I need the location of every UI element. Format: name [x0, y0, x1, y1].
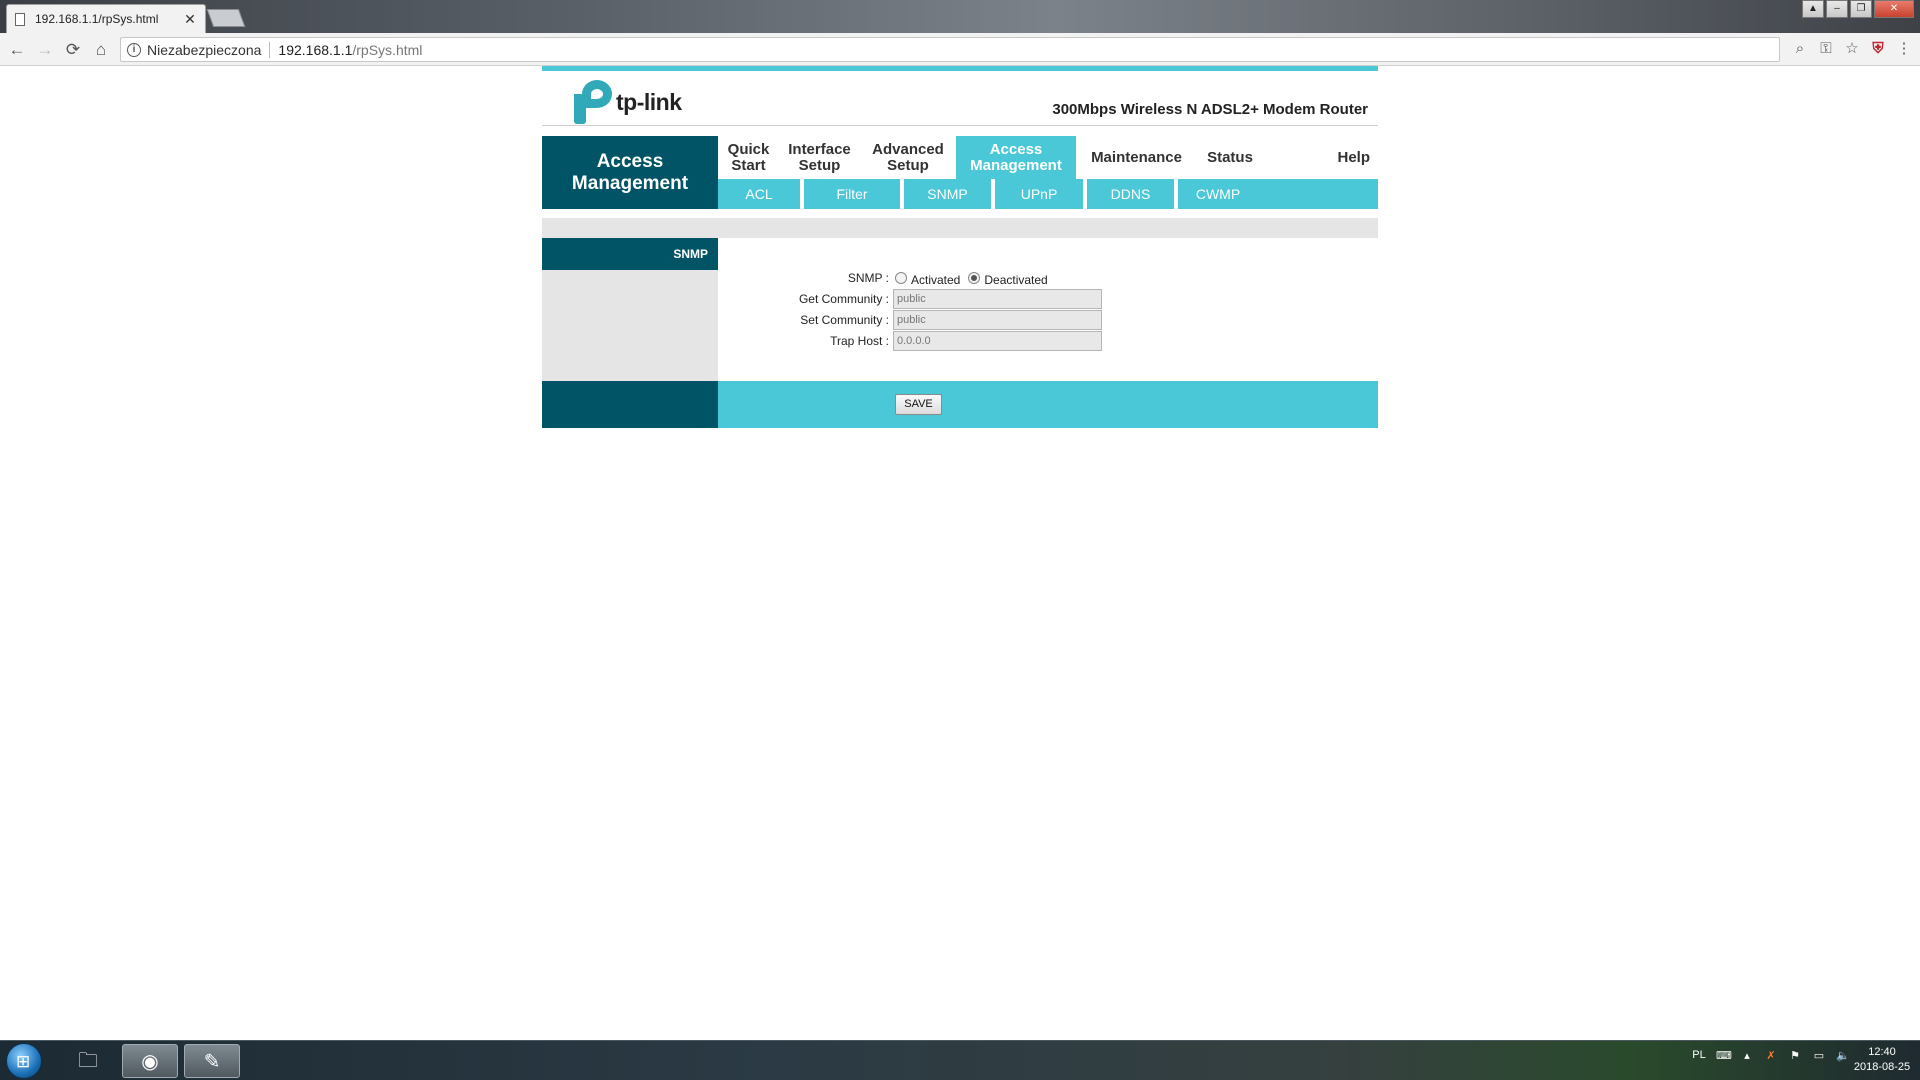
snmp-label: SNMP : [847, 271, 889, 285]
url-path: /rpSys.html [352, 41, 423, 58]
navigation: Access Management Quick Start Interface Set… [542, 136, 1378, 209]
address-bar[interactable]: i Niezabezpieczona 192.168.1.1/rpSys.htm… [120, 37, 1780, 62]
set-community-row: Set Community : public [718, 310, 1378, 330]
submenu-filter[interactable]: Filter [804, 179, 904, 209]
system-tray: PL ⌨ ▴ ✗ ⚑ ▭ 🔈 [1692, 1049, 1850, 1062]
windows-logo-icon: ⊞ [16, 1052, 31, 1071]
router-admin-page: tp-link 300Mbps Wireless N ADSL2+ Modem … [542, 66, 1378, 428]
menu-interface-setup[interactable]: Interface Setup [779, 136, 860, 179]
menu-advanced-setup[interactable]: Advanced Setup [860, 136, 956, 179]
router-header: tp-link 300Mbps Wireless N ADSL2+ Modem … [542, 71, 1378, 126]
tp-link-logo: tp-link [572, 80, 682, 124]
toolbar-icons: ⌕ ⚿ ☆ ⛨ ⋮ [1792, 39, 1912, 59]
browser-tab-bar: 192.168.1.1/rpSys.html ✕ ▲ – ❐ ✕ [0, 0, 1920, 33]
zoom-icon[interactable]: ⌕ [1792, 39, 1808, 59]
paint-taskbar-icon[interactable]: ✎ [184, 1044, 240, 1078]
trap-host-field[interactable]: 0.0.0.0 [893, 331, 1102, 351]
menu-status[interactable]: Status [1197, 136, 1263, 179]
menu-maintenance[interactable]: Maintenance [1076, 136, 1197, 179]
left-column: SNMP [542, 238, 718, 381]
action-bar-left [542, 381, 718, 428]
app-tray-icon[interactable]: ✗ [1764, 1049, 1778, 1062]
reload-button[interactable]: ⟳ [62, 39, 84, 61]
submenu-ddns[interactable]: DDNS [1087, 179, 1178, 209]
window-user-icon[interactable]: ▲ [1802, 0, 1824, 18]
sub-menu: ACL Filter SNMP UPnP DDNS CWMP [718, 179, 1378, 209]
submenu-cwmp[interactable]: CWMP [1178, 179, 1258, 209]
window-close-button[interactable]: ✕ [1874, 0, 1914, 18]
start-button[interactable]: ⊞ [6, 1043, 42, 1079]
flag-icon[interactable]: ⚑ [1788, 1049, 1802, 1062]
submenu-snmp[interactable]: SNMP [904, 179, 995, 209]
language-indicator[interactable]: PL [1692, 1049, 1706, 1062]
explorer-taskbar-icon[interactable]: 🗀 [60, 1044, 116, 1078]
document-icon [15, 12, 25, 26]
spacer-bar [542, 218, 1378, 238]
snmp-deactivated-radio[interactable] [968, 272, 981, 284]
tab-close-icon[interactable]: ✕ [183, 11, 197, 28]
get-community-label: Get Community : [798, 292, 889, 306]
security-label[interactable]: Niezabezpieczona [147, 41, 271, 58]
menu-help[interactable]: Help [1263, 136, 1378, 179]
save-button[interactable]: SAVE [895, 394, 942, 415]
snmp-activated-radio[interactable] [895, 272, 907, 284]
keyboard-icon[interactable]: ⌨ [1716, 1049, 1732, 1062]
snmp-form: SNMP : Activated Deactivated Get Communi… [718, 238, 1378, 381]
submenu-upnp[interactable]: UPnP [995, 179, 1087, 209]
model-name: 300Mbps Wireless N ADSL2+ Modem Router [1052, 101, 1368, 118]
url-host: 192.168.1.1 [278, 41, 353, 58]
tab-title: 192.168.1.1/rpSys.html [35, 12, 159, 26]
window-controls: ▲ – ❐ ✕ [1802, 0, 1914, 18]
subsection-title: SNMP [542, 238, 718, 270]
star-icon[interactable]: ☆ [1844, 39, 1860, 59]
brand-name: tp-link [616, 88, 682, 115]
home-button[interactable]: ⌂ [90, 39, 112, 61]
main-menu: Quick Start Interface Setup Advanced Setup … [718, 136, 1378, 179]
get-community-row: Get Community : public [718, 289, 1378, 309]
tp-link-logo-icon [572, 80, 612, 124]
shield-icon[interactable]: ⛨ [1870, 39, 1886, 59]
snmp-activated-label: Activated [911, 273, 961, 287]
clock-date: 2018-08-25 [1853, 1061, 1911, 1073]
snmp-row: SNMP : Activated Deactivated [718, 268, 1378, 288]
set-community-label: Set Community : [800, 313, 889, 327]
browser-tab[interactable]: 192.168.1.1/rpSys.html ✕ [6, 4, 206, 33]
menu-quick-start[interactable]: Quick Start [718, 136, 779, 179]
window-restore-button[interactable]: ❐ [1850, 0, 1872, 18]
network-icon[interactable]: ▭ [1812, 1049, 1826, 1062]
volume-icon[interactable]: 🔈 [1836, 1049, 1850, 1062]
snmp-section: SNMP SNMP : Activated Deactivated Get Co… [542, 238, 1378, 381]
menu-icon[interactable]: ⋮ [1896, 39, 1912, 59]
snmp-deactivated-label: Deactivated [984, 273, 1048, 287]
tray-expand-icon[interactable]: ▴ [1740, 1049, 1754, 1062]
action-bar-right: SAVE [718, 381, 1378, 428]
section-title: Access Management [542, 136, 718, 209]
key-icon[interactable]: ⚿ [1818, 39, 1834, 59]
info-icon[interactable]: i [127, 42, 141, 57]
trap-host-label: Trap Host : [830, 334, 889, 348]
submenu-acl[interactable]: ACL [718, 179, 804, 209]
clock[interactable]: 12:40 2018-08-25 [1852, 1045, 1912, 1075]
clock-time: 12:40 [1868, 1046, 1896, 1058]
window-minimize-button[interactable]: – [1826, 0, 1848, 18]
forward-button[interactable]: → [34, 39, 56, 61]
taskbar: ⊞ 🗀 ◉ ✎ PL ⌨ ▴ ✗ ⚑ ▭ 🔈 12:40 2018-08-25 [0, 1040, 1920, 1080]
action-bar: SAVE [542, 381, 1378, 428]
back-button[interactable]: ← [6, 39, 28, 61]
new-tab-button[interactable] [206, 9, 246, 27]
trap-host-row: Trap Host : 0.0.0.0 [718, 331, 1378, 351]
set-community-field[interactable]: public [893, 310, 1102, 330]
get-community-field[interactable]: public [893, 289, 1102, 309]
chrome-taskbar-icon[interactable]: ◉ [122, 1044, 178, 1078]
menu-access-management[interactable]: Access Management [956, 136, 1076, 179]
browser-toolbar: ← → ⟳ ⌂ i Niezabezpieczona 192.168.1.1/r… [0, 33, 1920, 66]
